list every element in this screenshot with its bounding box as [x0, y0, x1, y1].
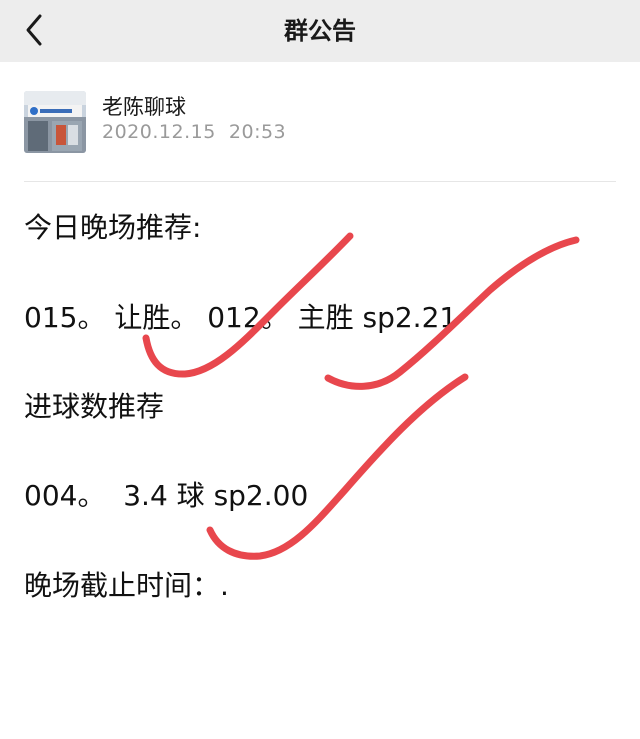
page-title: 群公告 — [284, 17, 356, 45]
post-time: 20:53 — [228, 121, 287, 143]
avatar[interactable] — [24, 91, 86, 153]
nav-bar: 群公告 — [0, 0, 640, 62]
author-row: 老陈聊球 2020.12.15 20:53 — [24, 91, 616, 153]
lottery-shop-image — [24, 91, 86, 153]
content-line: 今日晚场推荐: — [24, 211, 202, 244]
group-announcement-page: 群公告 老陈聊球 2020.12.15 20:53 今日晚场推荐: 015。 让… — [0, 0, 640, 739]
checkmark-mark — [206, 373, 469, 560]
content-line: 004。 3.4 球 sp2.00 — [24, 479, 309, 512]
divider — [24, 181, 616, 182]
post-timestamp: 2020.12.15 20:53 — [102, 121, 286, 143]
post-date: 2020.12.15 — [102, 121, 216, 143]
content-line: 015。 让胜。 012。 主胜 sp2.21 — [24, 301, 458, 334]
author-name: 老陈聊球 — [102, 95, 186, 119]
content-line: 进球数推荐 — [24, 390, 165, 423]
content-line: 晚场截止时间：. — [24, 569, 229, 602]
